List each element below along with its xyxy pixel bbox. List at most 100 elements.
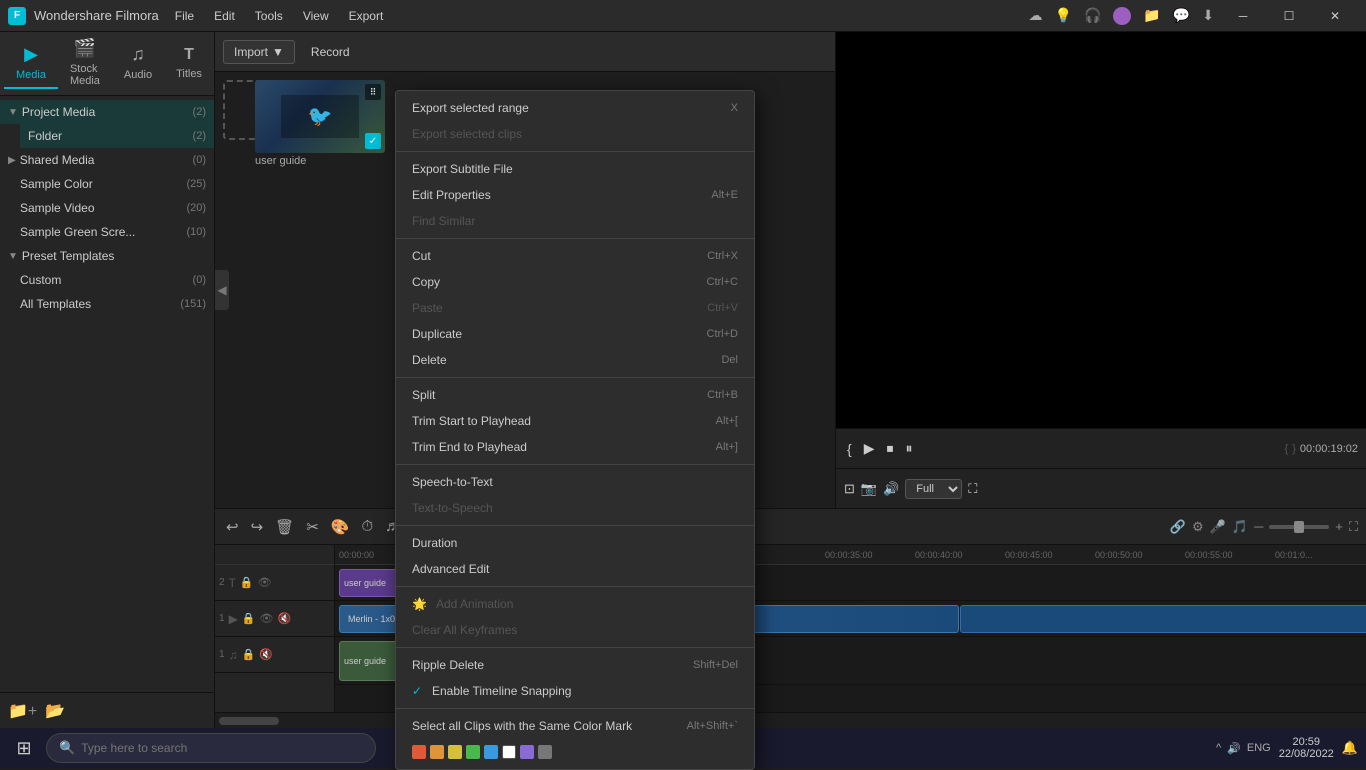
sidebar-item-preset-templates[interactable]: ▼ Preset Templates [0, 244, 214, 268]
message-icon[interactable]: 💬 [1173, 7, 1190, 24]
timeline-expand-icon[interactable]: ⛶ [1349, 519, 1358, 535]
hscroll-thumb[interactable] [219, 717, 279, 725]
tab-titles[interactable]: T Titles [164, 40, 214, 88]
preview-pause-icon[interactable]: ⏸ [902, 437, 915, 460]
cloud-icon[interactable]: ☁ [1029, 7, 1043, 24]
preview-play-icon[interactable]: ▶ [861, 437, 878, 460]
folder-icon[interactable]: 📂 [45, 701, 65, 721]
notification-icon[interactable]: 🔔 [1342, 740, 1358, 756]
cm-duplicate[interactable]: Duplicate Ctrl+D [396, 321, 754, 347]
timeline-music-icon[interactable]: 🎵 [1232, 519, 1248, 535]
sidebar-item-custom[interactable]: Custom (0) [0, 268, 214, 292]
track-lock-audio-1[interactable]: 🔒 [242, 648, 256, 661]
swatch-gray[interactable] [538, 745, 552, 759]
swatch-orange-red[interactable] [412, 745, 426, 759]
close-button[interactable]: ✕ [1312, 0, 1358, 32]
sidebar-item-sample-green[interactable]: Sample Green Scre... (10) [0, 220, 214, 244]
cm-trim-start[interactable]: Trim Start to Playhead Alt+[ [396, 408, 754, 434]
sidebar-item-project-media[interactable]: ▼ Project Media (2) [0, 100, 214, 124]
swatch-teal[interactable] [484, 745, 498, 759]
cm-export-subtitle[interactable]: Export Subtitle File [396, 156, 754, 182]
track-vis-2[interactable]: 👁 [258, 576, 272, 589]
cm-enable-snapping[interactable]: ✓ Enable Timeline Snapping [396, 678, 754, 704]
menu-edit[interactable]: Edit [206, 7, 243, 25]
timeline-anchor-icon[interactable]: 🔗 [1170, 519, 1186, 535]
menu-file[interactable]: File [167, 7, 202, 25]
maximize-button[interactable]: ☐ [1266, 0, 1312, 32]
tl-speed-icon[interactable]: ⏱ [358, 515, 376, 538]
sidebar-item-all-templates[interactable]: All Templates (151) [0, 292, 214, 316]
search-bar[interactable]: 🔍 [46, 733, 376, 763]
cm-trim-end[interactable]: Trim End to Playhead Alt+] [396, 434, 754, 460]
cm-speech-to-text[interactable]: Speech-to-Text [396, 469, 754, 495]
tab-media[interactable]: ▶ Media [4, 38, 58, 89]
user-icon[interactable] [1113, 7, 1131, 25]
sidebar-item-sample-video[interactable]: Sample Video (20) [0, 196, 214, 220]
tab-stock-media[interactable]: 🎬 Stock Media [58, 32, 112, 95]
add-folder-icon[interactable]: 📁+ [8, 701, 37, 721]
menu-view[interactable]: View [295, 7, 337, 25]
sys-tray-expand[interactable]: ^ [1216, 742, 1221, 754]
tl-color-icon[interactable]: 🎨 [328, 515, 353, 539]
system-clock[interactable]: 20:59 22/08/2022 [1279, 736, 1334, 760]
track-mute-audio-1[interactable]: 🔇 [259, 648, 273, 661]
cm-advanced-edit[interactable]: Advanced Edit [396, 556, 754, 582]
record-button[interactable]: Record [303, 41, 358, 63]
track-lock-2[interactable]: 🔒 [240, 576, 254, 589]
sidebar-item-sample-color[interactable]: Sample Color (25) [0, 172, 214, 196]
track-mute-1[interactable]: 🔇 [277, 612, 291, 625]
sidebar-item-folder[interactable]: Folder (2) [20, 124, 214, 148]
folder-icon[interactable]: 📁 [1143, 7, 1160, 24]
swatch-purple[interactable] [520, 745, 534, 759]
idea-icon[interactable]: 💡 [1055, 7, 1072, 24]
preview-expand-icon[interactable]: ⛶ [968, 481, 977, 497]
collapse-left-arrow[interactable]: ◀ [215, 270, 229, 310]
tl-redo-icon[interactable]: ↪ [248, 515, 267, 539]
cm-duration[interactable]: Duration [396, 530, 754, 556]
cm-select-color[interactable]: Select all Clips with the Same Color Mar… [396, 713, 754, 739]
download-icon[interactable]: ⬇ [1202, 7, 1214, 24]
preview-fit-icon[interactable]: ⊡ [844, 481, 855, 497]
menu-export[interactable]: Export [341, 7, 392, 25]
tab-audio[interactable]: ♫ Audio [112, 38, 164, 89]
tl-undo-icon[interactable]: ↩ [223, 515, 242, 539]
cm-export-range[interactable]: Export selected range X [396, 95, 754, 121]
cm-edit-properties[interactable]: Edit Properties Alt+E [396, 182, 754, 208]
start-button[interactable]: ⊞ [4, 728, 44, 768]
timeline-settings-icon[interactable]: ⚙ [1192, 519, 1204, 535]
swatch-white[interactable] [502, 745, 516, 759]
cm-split[interactable]: Split Ctrl+B [396, 382, 754, 408]
timeline-zoom-slider[interactable] [1269, 525, 1329, 529]
headphone-icon[interactable]: 🎧 [1084, 7, 1101, 24]
sys-tray-speaker[interactable]: 🔊 [1227, 742, 1241, 755]
menu-tools[interactable]: Tools [247, 7, 291, 25]
timeline-mic-icon[interactable]: 🎤 [1210, 519, 1226, 535]
import-button[interactable]: Import ▼ [223, 40, 295, 64]
timeline-zoom-in-icon[interactable]: + [1335, 519, 1343, 534]
clip-video-2[interactable] [960, 605, 1366, 633]
tl-cut-icon[interactable]: ✂ [303, 515, 322, 539]
cm-cut[interactable]: Cut Ctrl+X [396, 243, 754, 269]
cm-delete[interactable]: Delete Del [396, 347, 754, 373]
media-thumb-userguide[interactable]: 🐦 ⠿ ✓ user guide [255, 80, 385, 167]
swatch-yellow[interactable] [448, 745, 462, 759]
preview-audio-icon[interactable]: 🔊 [883, 481, 899, 497]
timeline-zoom-out-icon[interactable]: ─ [1254, 519, 1263, 534]
taskbar-right: ^ 🔊 ENG 20:59 22/08/2022 🔔 [1216, 736, 1362, 760]
zoom-select[interactable]: Full 50% 75% [905, 479, 962, 499]
preview-stop-icon[interactable]: ⏹ [883, 437, 896, 460]
sidebar-item-shared-media[interactable]: ▶ Shared Media (0) [0, 148, 214, 172]
track-lock-1[interactable]: 🔒 [242, 612, 256, 625]
track-vis-1[interactable]: 👁 [260, 612, 274, 625]
swatch-orange[interactable] [430, 745, 444, 759]
tl-delete-icon[interactable]: 🗑 [272, 515, 297, 539]
preview-snapshot-icon[interactable]: 📷 [861, 481, 877, 497]
search-input[interactable] [81, 741, 363, 755]
cm-copy[interactable]: Copy Ctrl+C [396, 269, 754, 295]
preview-back-icon[interactable]: { [844, 438, 855, 460]
sys-tray-lang[interactable]: ENG [1247, 742, 1271, 754]
swatch-green[interactable] [466, 745, 480, 759]
cm-ripple-delete[interactable]: Ripple Delete Shift+Del [396, 652, 754, 678]
zoom-slider-thumb[interactable] [1294, 521, 1304, 533]
minimize-button[interactable]: ─ [1220, 0, 1266, 32]
